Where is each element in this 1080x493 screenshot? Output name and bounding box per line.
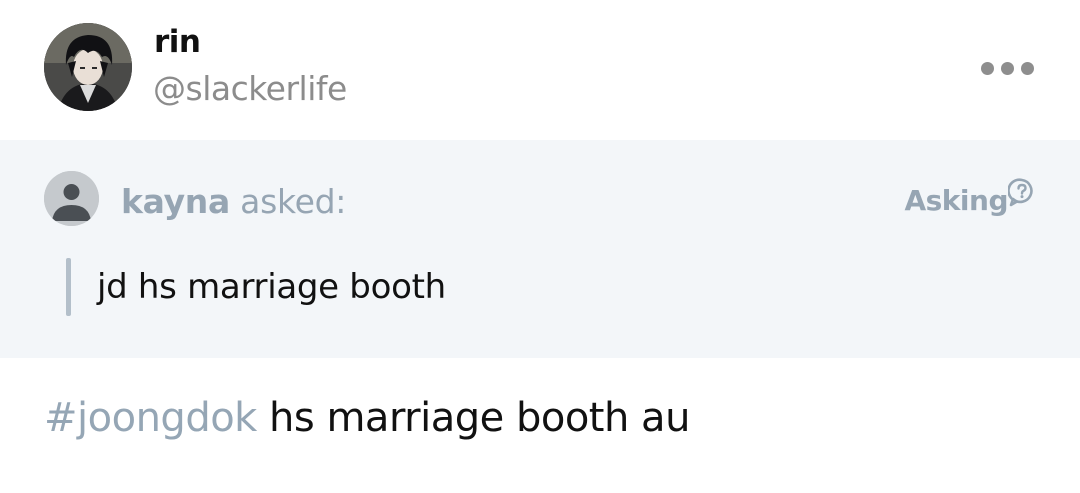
more-dots-icon (981, 62, 994, 75)
post-header: rin @slackerlife (0, 0, 1080, 140)
user-handle[interactable]: @slackerlife (153, 69, 347, 108)
asker-avatar[interactable] (44, 171, 99, 226)
asking-badge[interactable]: Asking (904, 178, 1036, 217)
question-quote: jd hs marriage booth (66, 258, 446, 316)
asker-line: kayna asked: (121, 182, 346, 221)
hashtag-link[interactable]: #joongdok (44, 395, 257, 441)
user-avatar[interactable] (44, 23, 132, 111)
post-text: hs marriage booth au (256, 395, 690, 441)
ask-box: kayna asked: Asking jd hs marriage booth (0, 140, 1080, 358)
question-text: jd hs marriage booth (97, 267, 446, 307)
display-name[interactable]: rin (154, 24, 201, 60)
more-dots-icon (1001, 62, 1014, 75)
more-options-button[interactable] (979, 58, 1036, 79)
quote-bar (66, 258, 71, 316)
more-dots-icon (1021, 62, 1034, 75)
asking-label: Asking (904, 184, 1008, 217)
anonymous-user-icon (44, 171, 99, 226)
asked-label: asked: (229, 182, 347, 221)
post-body: #joongdok hs marriage booth au (44, 395, 690, 441)
user-photo-icon (44, 23, 132, 111)
asker-name[interactable]: kayna (121, 182, 230, 221)
question-speech-bubble-icon (1008, 178, 1033, 207)
